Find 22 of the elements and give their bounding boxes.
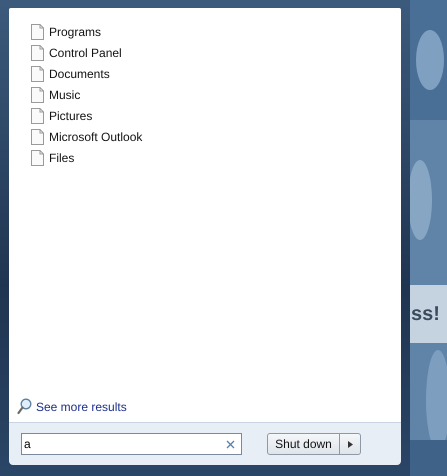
- shut-down-options-button[interactable]: [340, 433, 361, 455]
- search-result[interactable]: Microsoft Outlook: [31, 126, 401, 147]
- document-icon: [31, 128, 44, 144]
- document-icon: [31, 108, 44, 124]
- document-icon: [31, 86, 44, 102]
- clear-icon[interactable]: [226, 440, 235, 449]
- caret-icon: [348, 440, 352, 448]
- see-more-results-link[interactable]: See more results: [9, 398, 127, 422]
- shut-down-button[interactable]: Shut down: [267, 433, 340, 455]
- banner-text: ss!: [410, 302, 440, 326]
- search-result[interactable]: Files: [31, 147, 401, 168]
- search-result[interactable]: Programs: [31, 21, 401, 42]
- search-result[interactable]: Pictures: [31, 105, 401, 126]
- search-result[interactable]: Documents: [31, 63, 401, 84]
- search-result[interactable]: Control Panel: [31, 42, 401, 63]
- search-result[interactable]: Music: [31, 84, 401, 105]
- document-icon: [31, 44, 44, 60]
- search-icon: [17, 398, 32, 415]
- search-field[interactable]: a: [21, 433, 242, 455]
- document-icon: [31, 150, 44, 166]
- document-icon: [31, 66, 44, 82]
- document-icon: [31, 24, 44, 40]
